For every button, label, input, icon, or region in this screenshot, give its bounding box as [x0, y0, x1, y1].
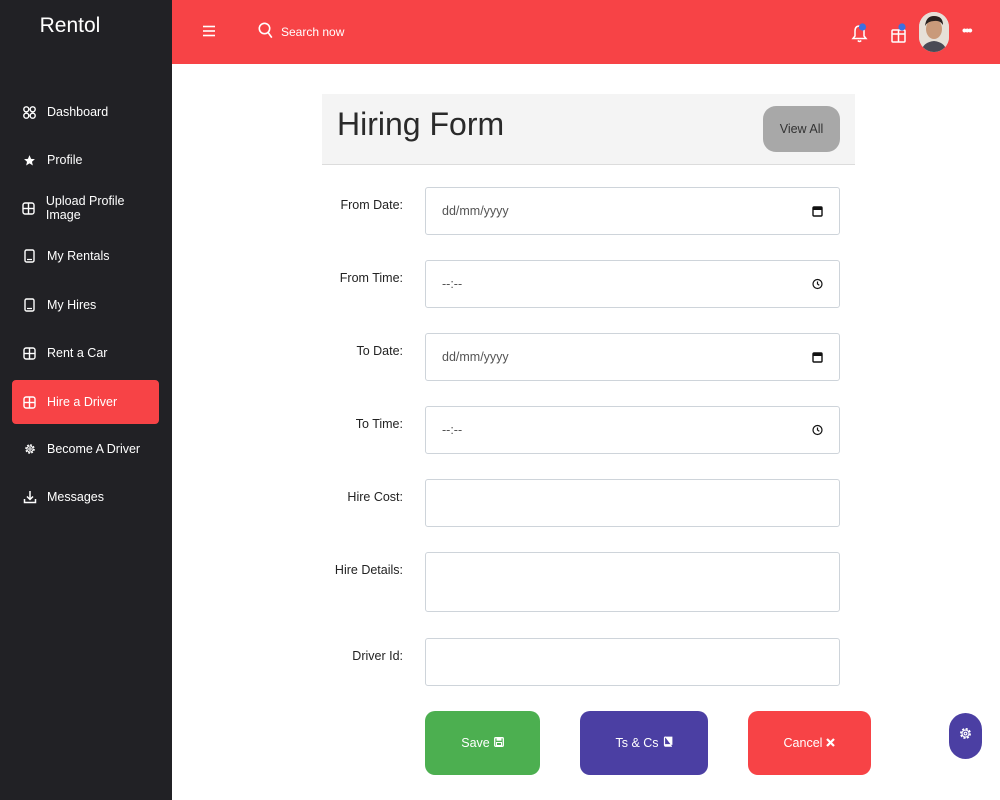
to-date-label: To Date: [356, 344, 403, 358]
view-all-button[interactable]: View All [763, 106, 840, 152]
sidebar-item-become-a-driver[interactable]: Become A Driver [12, 427, 159, 471]
sidebar-item-label: Messages [47, 490, 104, 504]
star-icon [12, 154, 47, 167]
clock-icon[interactable] [812, 278, 823, 290]
search-input[interactable]: Search now [258, 22, 344, 42]
gear-icon [12, 442, 47, 456]
cancel-label: Cancel [783, 736, 823, 750]
sidebar-item-dashboard[interactable]: Dashboard [12, 90, 159, 134]
grid-icon [12, 395, 47, 409]
sidebar-item-hire-a-driver[interactable]: Hire a Driver [12, 380, 159, 424]
from-date-value: dd/mm/yyyy [442, 204, 509, 218]
sidebar: Rentol Dashboard Profile Upload Profile … [0, 0, 172, 800]
driver-id-label: Driver Id: [352, 649, 403, 663]
gear-icon [958, 726, 973, 746]
book-icon [663, 736, 673, 750]
to-time-field[interactable]: --:-- [425, 406, 840, 454]
sidebar-item-my-hires[interactable]: My Hires [12, 283, 159, 327]
hamburger-menu-icon[interactable] [202, 24, 216, 43]
save-label: Save [461, 736, 490, 750]
to-time-label: To Time: [355, 417, 403, 431]
to-time-value: --:-- [442, 423, 463, 437]
sidebar-item-label: My Hires [47, 298, 97, 312]
from-time-field[interactable]: --:-- [425, 260, 840, 308]
tablet-icon [12, 298, 47, 312]
clock-icon[interactable] [812, 424, 823, 436]
floppy-disk-icon [493, 736, 504, 750]
calendar-icon[interactable] [812, 205, 823, 217]
form-card-header: Hiring Form View All [322, 94, 855, 165]
search-icon [258, 22, 273, 42]
to-date-value: dd/mm/yyyy [442, 350, 509, 364]
sidebar-item-label: Rent a Car [47, 346, 108, 360]
hire-cost-label: Hire Cost: [347, 490, 403, 504]
from-date-label: From Date: [340, 198, 403, 212]
from-time-label: From Time: [339, 271, 403, 285]
sidebar-item-label: Upload Profile Image [45, 194, 125, 222]
driver-id-field[interactable] [425, 638, 840, 686]
close-icon [826, 736, 836, 750]
sidebar-item-label: Become A Driver [47, 442, 141, 456]
search-placeholder: Search now [281, 25, 345, 39]
sidebar-item-label: Hire a Driver [47, 395, 118, 409]
download-icon [12, 490, 47, 504]
sidebar-item-profile[interactable]: Profile [12, 138, 159, 182]
more-options-icon[interactable]: ••• [962, 22, 973, 38]
save-button[interactable]: Save [425, 711, 540, 775]
settings-fab[interactable] [949, 713, 982, 759]
dashboard-icon [12, 105, 47, 119]
sidebar-item-label: Profile [47, 153, 83, 167]
from-time-value: --:-- [442, 277, 463, 291]
sidebar-item-label: My Rentals [47, 249, 110, 263]
grid-icon [12, 201, 46, 215]
sidebar-item-rent-a-car[interactable]: Rent a Car [12, 331, 159, 375]
sidebar-item-messages[interactable]: Messages [12, 475, 159, 519]
hire-cost-field[interactable] [425, 479, 840, 527]
notification-bell-icon[interactable] [851, 22, 868, 49]
sidebar-item-my-rentals[interactable]: My Rentals [12, 234, 159, 278]
to-date-field[interactable]: dd/mm/yyyy [425, 333, 840, 381]
page-title: Hiring Form [337, 106, 505, 142]
sidebar-item-upload-profile-image[interactable]: Upload Profile Image [12, 186, 159, 230]
sidebar-item-label: Dashboard [47, 105, 109, 119]
app-brand[interactable]: Rentol [0, 14, 140, 38]
terms-label: Ts & Cs [615, 736, 659, 750]
tablet-icon [12, 249, 47, 263]
hire-details-label: Hire Details: [334, 563, 403, 577]
from-date-field[interactable]: dd/mm/yyyy [425, 187, 840, 235]
hire-details-field[interactable] [425, 552, 840, 612]
terms-button[interactable]: Ts & Cs [580, 711, 708, 775]
grid-icon [12, 346, 47, 360]
calendar-icon[interactable] [812, 351, 823, 363]
gift-icon[interactable] [890, 22, 908, 49]
cancel-button[interactable]: Cancel [748, 711, 871, 775]
avatar[interactable] [919, 12, 949, 52]
topbar: Search now ••• [172, 0, 1000, 64]
